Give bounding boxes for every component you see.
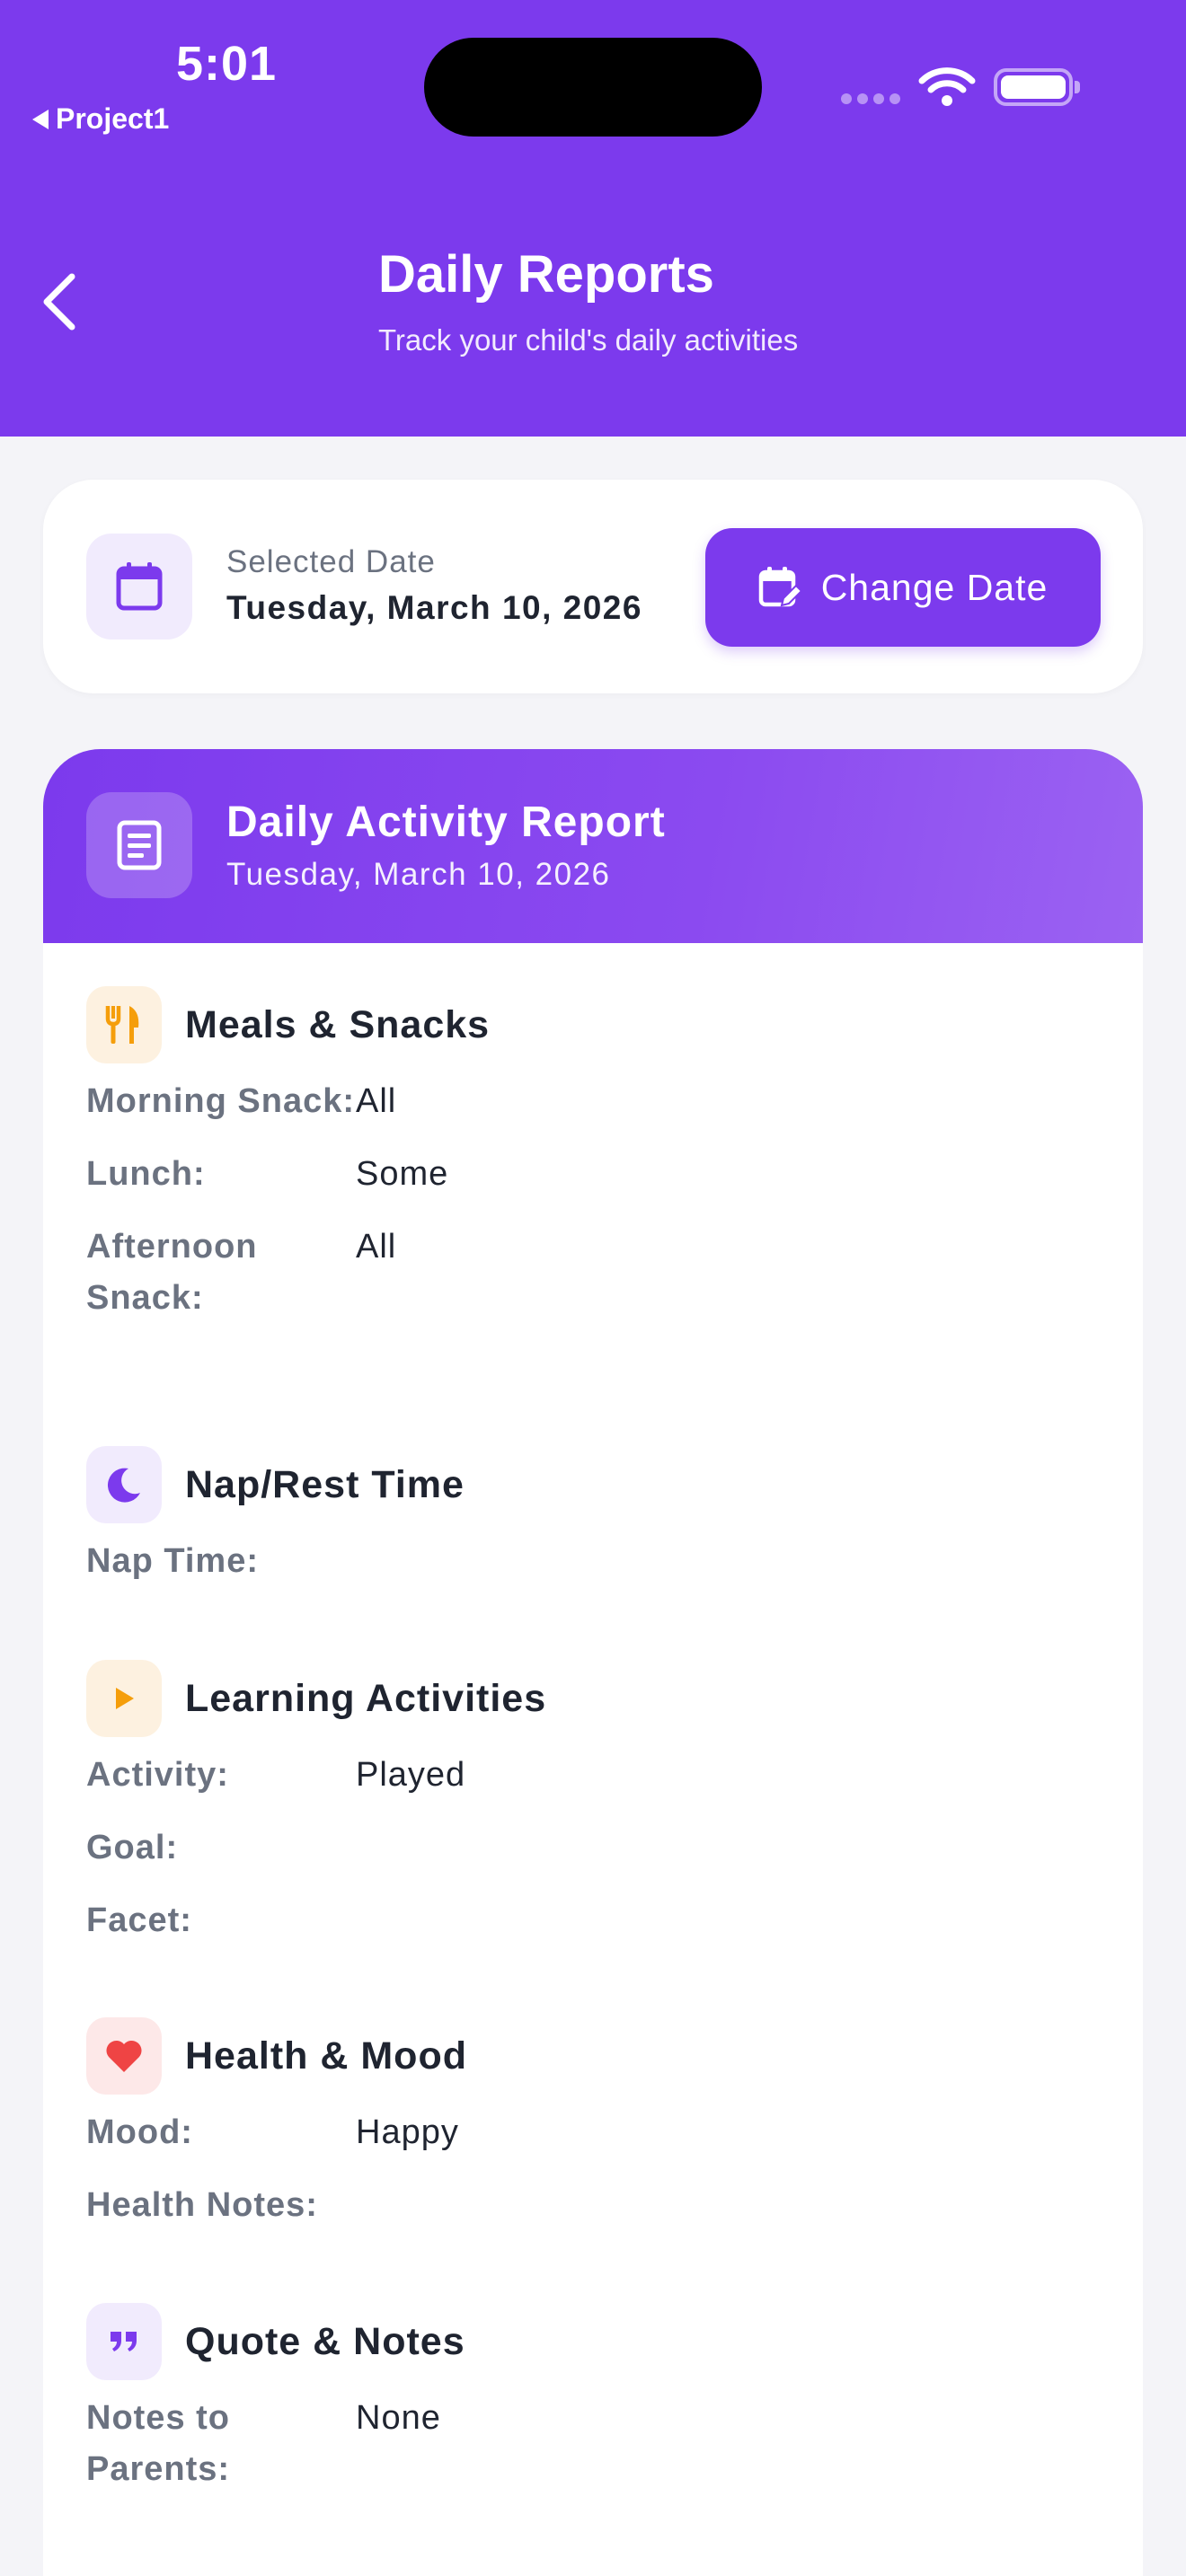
daily-report-card: Daily Activity Report Tuesday, March 10,… (43, 749, 1143, 2576)
health-row: Health Notes: (86, 2180, 1100, 2231)
status-time: 5:01 (176, 37, 278, 91)
learning-row: Activity: Played (86, 1750, 1100, 1801)
meal-row: Afternoon Snack: All (86, 1222, 1100, 1324)
report-date: Tuesday, March 10, 2026 (226, 857, 611, 892)
report-header: Daily Activity Report Tuesday, March 10,… (43, 749, 1143, 943)
learning-title: Learning Activities (185, 1676, 547, 1720)
meals-title: Meals & Snacks (185, 1002, 491, 1046)
app-header: 5:01 Project1 Daily Reports Track your c… (0, 0, 1186, 437)
health-row-label: Mood: (86, 2113, 193, 2151)
learning-row-label: Activity: (86, 1756, 229, 1794)
dynamic-island (424, 38, 762, 137)
health-row-value: Happy (356, 2113, 459, 2151)
health-title: Health & Mood (185, 2033, 467, 2078)
moon-icon (86, 1446, 162, 1523)
heart-icon (86, 2017, 162, 2095)
wifi-icon (918, 67, 976, 106)
calendar-icon (116, 562, 163, 611)
nap-row-label: Nap Time: (86, 1542, 260, 1580)
change-date-button[interactable]: Change Date (705, 528, 1101, 647)
notes-row: Notes to Parents: None (86, 2393, 1100, 2495)
notes-row-value: None (356, 2399, 441, 2437)
meal-row-value: All (356, 1082, 397, 1120)
notes-title: Quote & Notes (185, 2319, 465, 2363)
nap-title: Nap/Rest Time (185, 1462, 465, 1506)
health-section: Health & Mood Mood: Happy Health Notes: (86, 2017, 1100, 2231)
page-subtitle: Track your child's daily activities (378, 323, 799, 357)
report-title: Daily Activity Report (226, 798, 666, 846)
back-app-label: Project1 (56, 102, 170, 135)
page-title: Daily Reports (378, 245, 714, 304)
learning-row: Goal: (86, 1822, 1100, 1874)
document-icon (117, 820, 162, 870)
quote-icon (86, 2303, 162, 2380)
nap-section: Nap/Rest Time Nap Time: (86, 1446, 1100, 1587)
back-to-app-link[interactable]: Project1 (32, 102, 169, 136)
meal-row-label: Morning Snack: (86, 1082, 356, 1120)
notes-section: Quote & Notes Notes to Parents: None (86, 2303, 1100, 2495)
play-icon (86, 1660, 162, 1737)
meals-section: Meals & Snacks Morning Snack: All Lunch:… (86, 986, 1100, 1324)
document-icon-tile (86, 792, 192, 898)
learning-section: Learning Activities Activity: Played Goa… (86, 1660, 1100, 1946)
selected-date-card: Selected Date Tuesday, March 10, 2026 Ch… (43, 480, 1143, 693)
battery-icon (994, 68, 1080, 106)
learning-row-label: Facet: (86, 1901, 192, 1939)
selected-date-value: Tuesday, March 10, 2026 (226, 589, 642, 626)
chevron-left-icon[interactable] (36, 269, 86, 334)
nap-row: Nap Time: (86, 1536, 1100, 1587)
meal-row-label: Afternoon Snack: (86, 1228, 258, 1317)
calendar-edit-icon (758, 567, 801, 607)
meal-row-value: Some (356, 1155, 449, 1193)
learning-row: Facet: (86, 1895, 1100, 1946)
learning-row-value: Played (356, 1756, 466, 1794)
calendar-icon-tile (86, 534, 192, 640)
notes-row-label: Notes to Parents: (86, 2399, 231, 2488)
health-row: Mood: Happy (86, 2107, 1100, 2158)
meal-row: Morning Snack: All (86, 1076, 1100, 1127)
change-date-label: Change Date (820, 566, 1049, 608)
meal-row-value: All (356, 1228, 397, 1266)
cellular-signal-icon (841, 93, 900, 104)
utensils-icon (86, 986, 162, 1063)
learning-row-label: Goal: (86, 1829, 179, 1866)
back-triangle-icon (32, 109, 49, 129)
selected-date-label: Selected Date (226, 544, 436, 579)
health-row-label: Health Notes: (86, 2186, 318, 2224)
meal-row: Lunch: Some (86, 1149, 1100, 1200)
meal-row-label: Lunch: (86, 1155, 206, 1193)
